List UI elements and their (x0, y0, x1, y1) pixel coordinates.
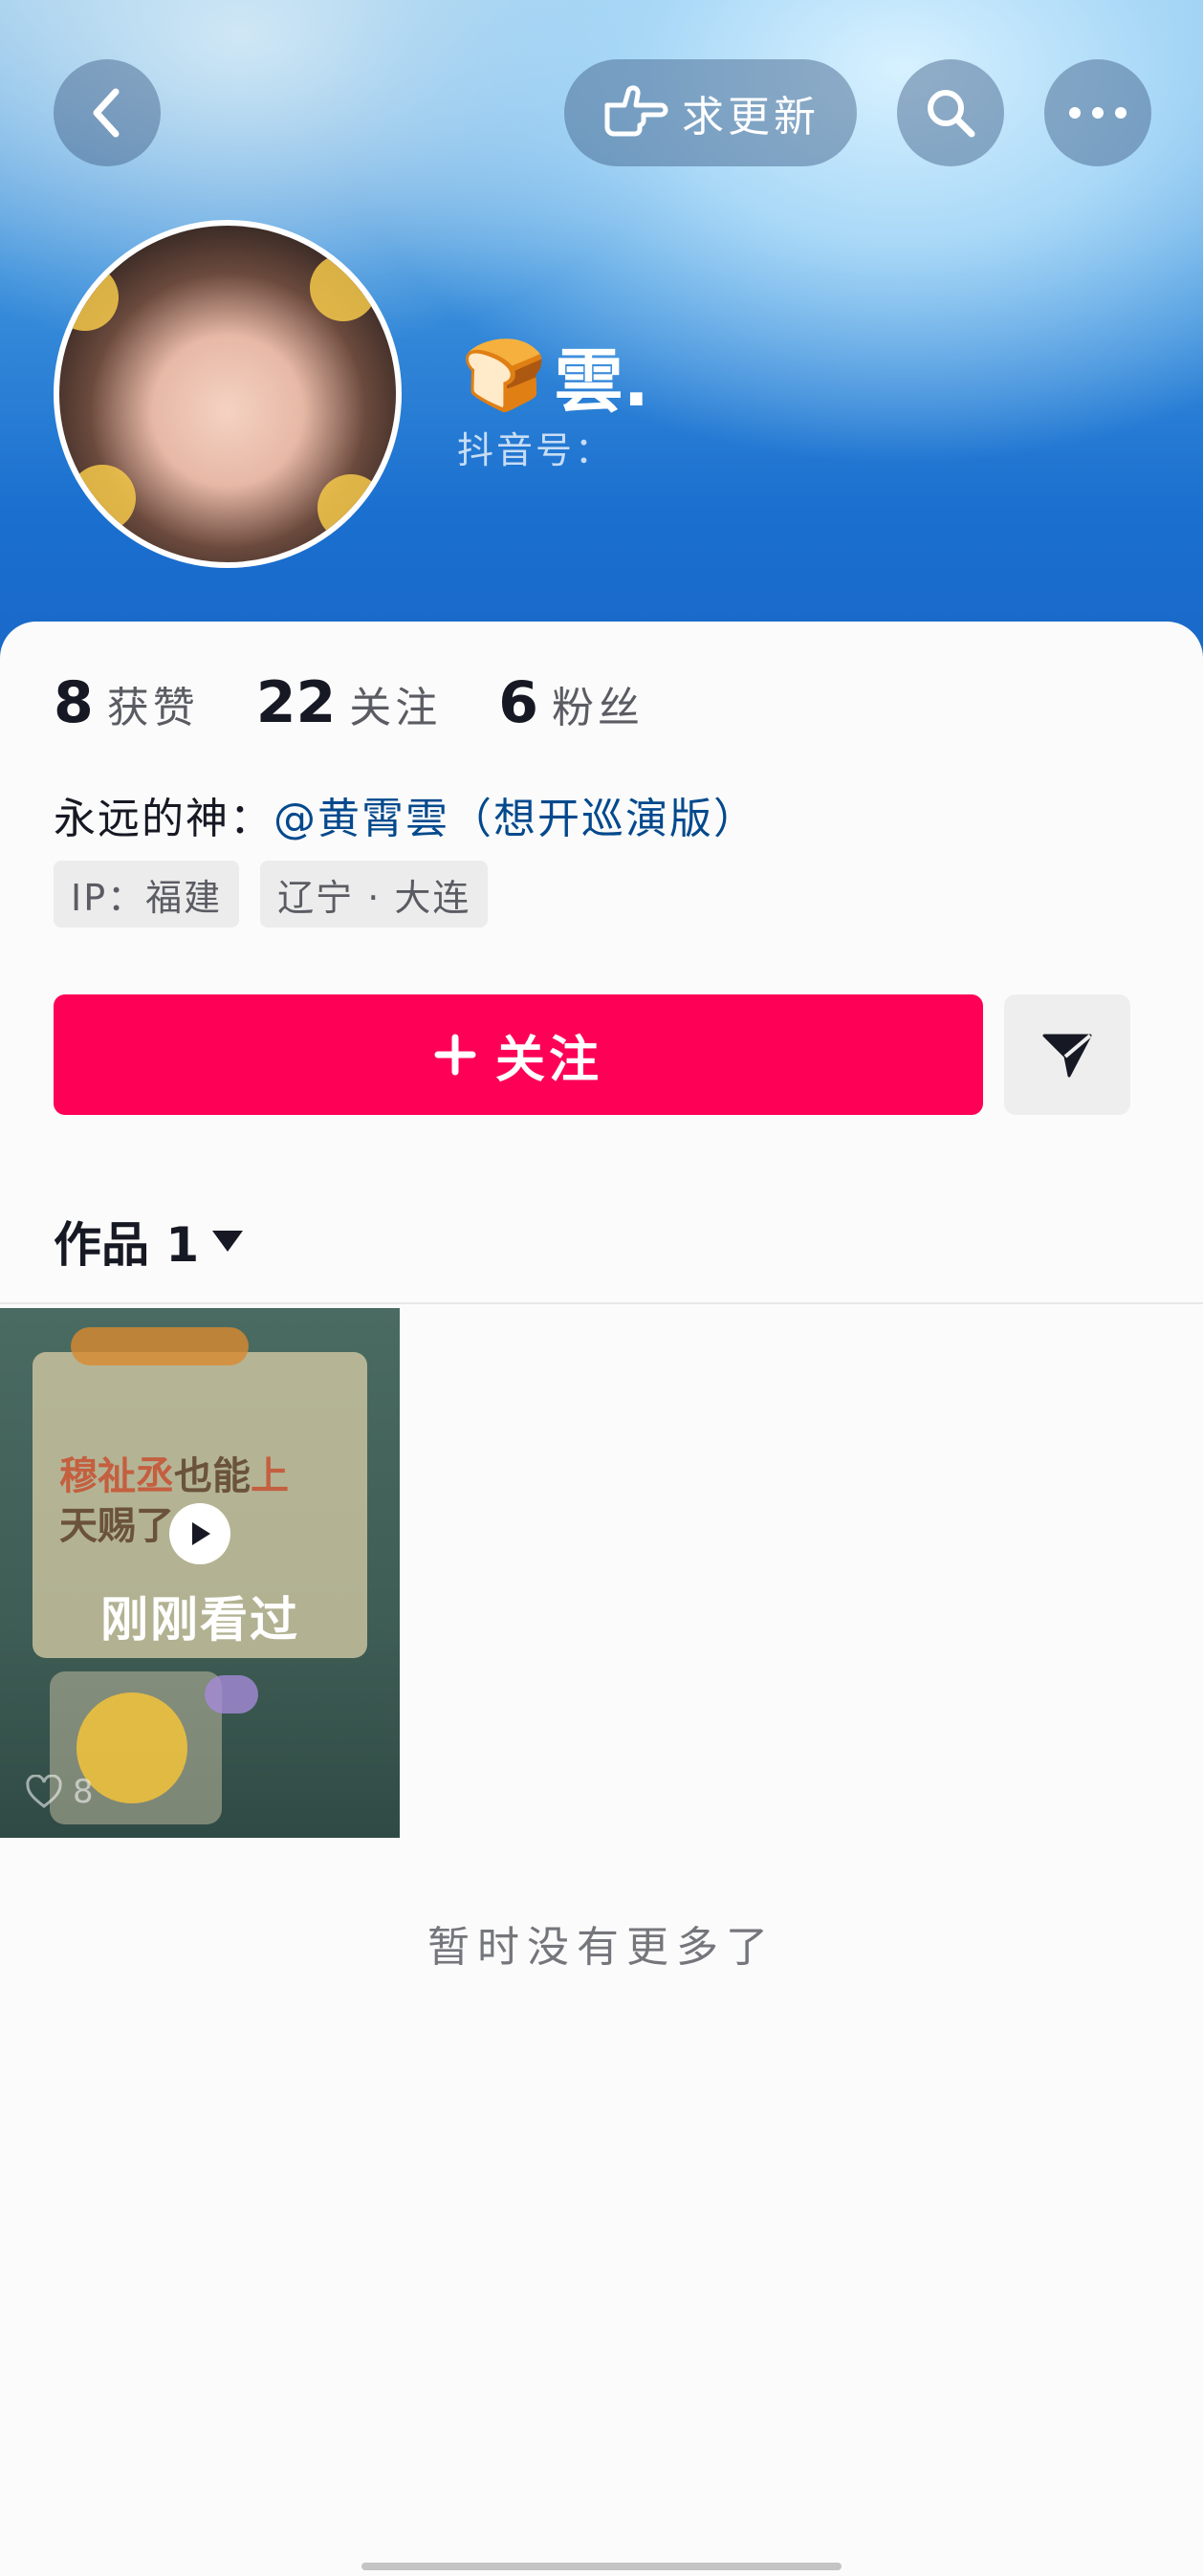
douyin-id: 抖音号： (457, 421, 614, 473)
plus-icon (434, 1034, 476, 1076)
just-watched-label: 刚刚看过 (100, 1592, 299, 1648)
douyin-id-label: 抖音号： (457, 429, 615, 471)
stat-number: 8 (54, 669, 94, 736)
home-indicator[interactable] (361, 2563, 842, 2570)
divider (0, 1302, 1203, 1304)
bio-mention-link[interactable]: @黄霄雲（想开巡演版） (273, 795, 757, 843)
avatar[interactable] (54, 220, 402, 568)
ip-location-tag: IP：福建 (54, 861, 240, 928)
more-button[interactable] (1044, 59, 1151, 166)
tab-works[interactable]: 作品 1 (54, 1207, 245, 1276)
search-icon (928, 90, 975, 138)
stat-label: 粉丝 (552, 684, 644, 732)
chat-bubble-icon (205, 1675, 258, 1714)
city-tag: 辽宁 · 大连 (260, 861, 489, 928)
pointing-hand-icon (604, 85, 668, 137)
bio: 永远的神：@黄霄雲（想开巡演版） (54, 784, 757, 845)
no-more-content-text: 暂时没有更多了 (427, 1923, 776, 1972)
stat-followers[interactable]: 6 粉丝 (498, 669, 644, 736)
caret-down-icon (212, 1231, 244, 1252)
bread-emoji-icon: 🍞 (461, 335, 547, 415)
stat-likes[interactable]: 8 获赞 (54, 669, 199, 736)
chevron-left-icon (93, 88, 120, 138)
request-update-label: 求更新 (682, 93, 820, 142)
stats-row: 8 获赞 22 关注 6 粉丝 (54, 669, 644, 736)
stat-number: 6 (498, 669, 538, 736)
heart-icon (26, 1775, 62, 1808)
stat-following[interactable]: 22 关注 (256, 669, 442, 736)
search-button[interactable] (897, 59, 1004, 166)
nickname: 雲. (554, 341, 650, 422)
follow-button[interactable]: 关注 (54, 994, 983, 1115)
play-icon (169, 1503, 230, 1564)
likes-count: 8 (25, 1773, 94, 1811)
profile-name: 🍞 雲. (461, 325, 649, 426)
likes-number: 8 (73, 1773, 94, 1811)
works-tab-label: 作品 1 (54, 1217, 200, 1273)
more-dots-icon (1069, 107, 1126, 119)
bio-prefix: 永远的神： (54, 795, 273, 843)
follow-label: 关注 (494, 1031, 602, 1089)
request-update-button[interactable]: 求更新 (564, 59, 857, 166)
send-icon (1042, 1034, 1092, 1078)
video-thumbnail[interactable]: 穆祉丞也能上 天赐了 刚刚看过 8 (0, 1308, 400, 1838)
stat-number: 22 (255, 669, 337, 736)
back-button[interactable] (54, 59, 161, 166)
share-button[interactable] (1004, 994, 1130, 1115)
stat-label: 获赞 (106, 684, 199, 732)
tags-row: IP：福建 辽宁 · 大连 (54, 861, 489, 928)
stat-label: 关注 (349, 684, 442, 732)
note-header-graphic (71, 1327, 249, 1365)
